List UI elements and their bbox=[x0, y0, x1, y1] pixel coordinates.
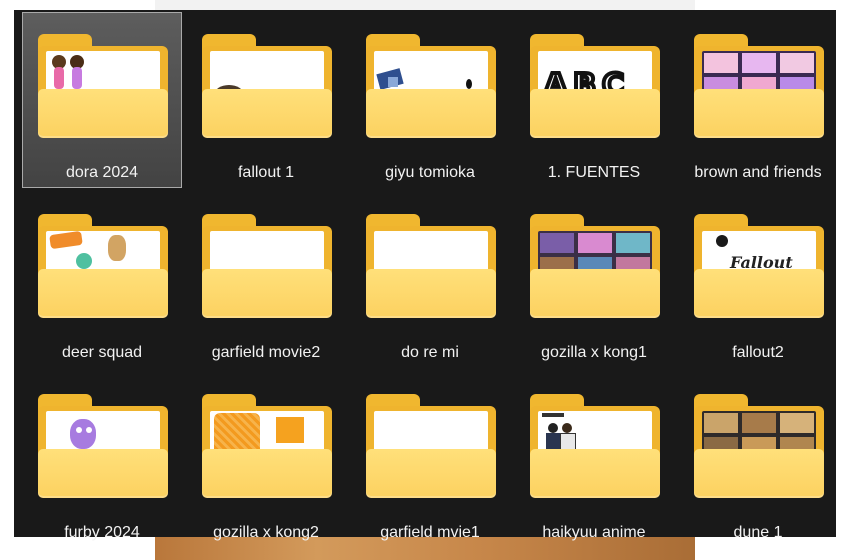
folder-label: fallout2 bbox=[732, 344, 784, 361]
folder-icon bbox=[366, 34, 496, 138]
folder-label: 1. FUENTES bbox=[547, 164, 641, 181]
folder-tile-garfield-movie2[interactable]: garfield movie2 bbox=[186, 192, 346, 368]
folder-icon bbox=[694, 394, 824, 498]
folder-label: fallout 1 bbox=[237, 164, 295, 181]
folder-label: gozilla x kong2 bbox=[213, 524, 319, 541]
folder-icon bbox=[202, 394, 332, 498]
folder-label: deer squad bbox=[61, 344, 143, 361]
folder-tile-dune-1[interactable]: dune 1 bbox=[678, 372, 838, 548]
folder-icon: Fallout bbox=[694, 214, 824, 318]
folder-icon bbox=[366, 394, 496, 498]
folder-label: giyu tomioka bbox=[385, 164, 475, 181]
folder-tile-giyu-tomioka[interactable]: giyu tomioka bbox=[350, 12, 510, 188]
folder-label: garfield mvie1 bbox=[380, 524, 480, 541]
folder-grid-view[interactable]: dora 2024 fallout 1 giyu tomioka ABC 1. … bbox=[14, 10, 838, 541]
folder-icon bbox=[530, 214, 660, 318]
folder-label: dune 1 bbox=[733, 524, 783, 541]
folder-tile-brown-and-friends[interactable]: brown and friends bbox=[678, 12, 838, 188]
folder-label: dora 2024 bbox=[65, 164, 139, 181]
folder-tile-fuentes[interactable]: ABC 1. FUENTES bbox=[514, 12, 674, 188]
folder-icon bbox=[38, 34, 168, 138]
folder-tile-fallout2[interactable]: Fallout fallout2 bbox=[678, 192, 838, 368]
folder-icon bbox=[202, 34, 332, 138]
folder-label: haikyuu anime bbox=[542, 524, 646, 541]
folder-icon: ABC bbox=[530, 34, 660, 138]
folder-icon bbox=[694, 34, 824, 138]
folder-label: furby 2024 bbox=[64, 524, 140, 541]
folder-tile-furby-2024[interactable]: furby 2024 bbox=[22, 372, 182, 548]
folder-tile-do-re-mi[interactable]: do re mi bbox=[350, 192, 510, 368]
folder-tile-dora-2024[interactable]: dora 2024 bbox=[22, 12, 182, 188]
folder-icon bbox=[38, 394, 168, 498]
folder-icon bbox=[38, 214, 168, 318]
folder-tile-garfield-mvie1[interactable]: garfield mvie1 bbox=[350, 372, 510, 548]
folder-tile-deer-squad[interactable]: deer squad bbox=[22, 192, 182, 368]
folder-icon bbox=[202, 214, 332, 318]
folder-tile-gozilla-x-kong2[interactable]: gozilla x kong2 bbox=[186, 372, 346, 548]
folder-icon bbox=[530, 394, 660, 498]
folder-label: brown and friends bbox=[694, 164, 822, 181]
folder-tile-haikyuu-anime[interactable]: haikyuu anime bbox=[514, 372, 674, 548]
folder-tile-fallout-1[interactable]: fallout 1 bbox=[186, 12, 346, 188]
folder-icon bbox=[366, 214, 496, 318]
folder-label: do re mi bbox=[401, 344, 459, 361]
folder-tile-gozilla-x-kong1[interactable]: gozilla x kong1 bbox=[514, 192, 674, 368]
folder-label: gozilla x kong1 bbox=[541, 344, 647, 361]
folder-label: garfield movie2 bbox=[211, 344, 321, 361]
